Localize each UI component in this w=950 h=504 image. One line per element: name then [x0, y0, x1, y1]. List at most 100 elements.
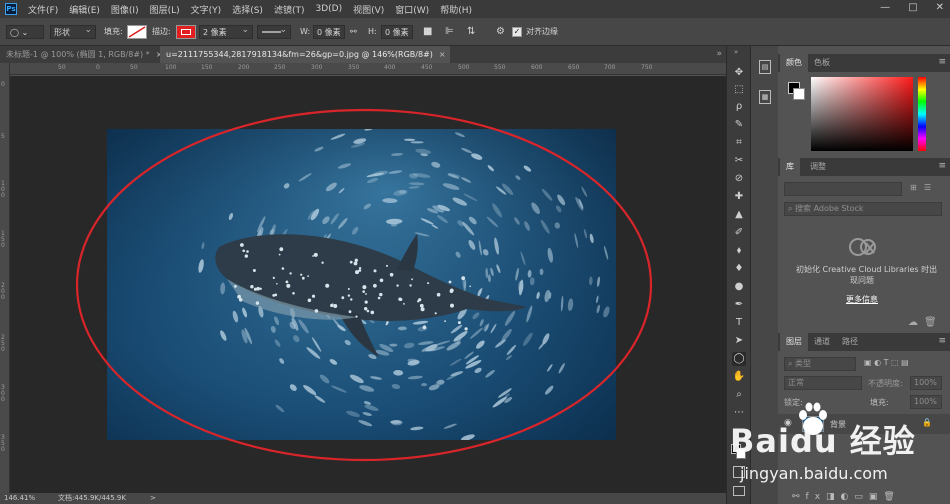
eyedropper-tool-icon[interactable]: ✂: [732, 154, 746, 168]
quick-select-tool-icon[interactable]: ✎: [732, 118, 746, 132]
stock-search-input[interactable]: ⌕ 搜索 Adobe Stock: [784, 202, 942, 216]
shape-mode-select[interactable]: 形状: [50, 23, 96, 39]
marquee-tool-icon[interactable]: ⬚: [732, 83, 746, 97]
stroke-line-icon: [262, 31, 281, 33]
stroke-type-select[interactable]: [257, 23, 291, 39]
height-field[interactable]: 0 像素: [381, 25, 413, 39]
tab-overflow-icon[interactable]: »: [716, 49, 722, 59]
ellipse-tool-icon[interactable]: ◯: [732, 352, 746, 366]
stroke-width-field[interactable]: 2 像素: [199, 23, 253, 39]
ruler-tick-label: 400: [384, 64, 396, 71]
color-background-swatch[interactable]: [793, 88, 805, 100]
panel-menu-icon[interactable]: ≡: [938, 57, 946, 67]
menu-window[interactable]: 窗口(W): [395, 3, 429, 16]
hue-slider[interactable]: [918, 77, 926, 151]
blur-tool-icon[interactable]: ●: [732, 280, 746, 294]
move-tool-icon[interactable]: ✥: [732, 66, 746, 80]
height-value: 0 像素: [385, 28, 409, 37]
menu-edit[interactable]: 编辑(E): [69, 3, 100, 16]
stamp-tool-icon[interactable]: ▲: [732, 208, 746, 222]
type-tool-icon[interactable]: T: [732, 316, 746, 330]
ruler-tick-label: 350: [348, 64, 360, 71]
ellipse-shape-layer[interactable]: [10, 76, 726, 493]
menu-bar: Ps 文件(F) 编辑(E) 图像(I) 图层(L) 文字(Y) 选择(S) 滤…: [0, 0, 950, 18]
watermark-brand: Baidu 经验: [730, 422, 916, 460]
grid-view-icon[interactable]: ⊞: [910, 183, 917, 192]
menu-type[interactable]: 文字(Y): [191, 3, 222, 16]
crop-tool-icon[interactable]: ⌗: [732, 136, 746, 150]
menu-help[interactable]: 帮助(H): [440, 3, 472, 16]
window-controls: — □ ✕: [880, 2, 944, 13]
eraser-tool-icon[interactable]: ⬧: [732, 244, 746, 258]
brush-tool-icon[interactable]: ✚: [732, 190, 746, 204]
library-select[interactable]: [784, 182, 902, 196]
tab-libraries[interactable]: 库: [780, 158, 800, 176]
menu-layer[interactable]: 图层(L): [150, 3, 180, 16]
menu-select[interactable]: 选择(S): [232, 3, 263, 16]
maximize-icon[interactable]: □: [908, 2, 917, 13]
opacity-field[interactable]: 100%: [910, 376, 942, 390]
list-view-icon[interactable]: ☰: [924, 183, 931, 192]
cc-sync-icon[interactable]: ☁: [908, 317, 918, 328]
gear-icon[interactable]: ⚙: [496, 25, 505, 39]
tab-channels[interactable]: 通道: [808, 333, 836, 351]
tab-layers[interactable]: 图层: [780, 333, 808, 351]
trash-icon[interactable]: 🗑: [924, 317, 937, 328]
tab-color[interactable]: 颜色: [780, 54, 808, 72]
color-picker-field[interactable]: [811, 77, 913, 151]
lasso-tool-icon[interactable]: ρ: [732, 100, 746, 114]
more-info-link[interactable]: 更多信息: [846, 294, 878, 305]
hand-tool-icon[interactable]: ✋: [732, 370, 746, 384]
history-panel-icon[interactable]: ▤: [759, 60, 771, 74]
close-icon[interactable]: ×: [439, 50, 446, 59]
ruler-tick-label: 300: [311, 64, 323, 71]
shape-mode-value: 形状: [54, 28, 70, 37]
canvas-area[interactable]: [10, 76, 726, 493]
zoom-level[interactable]: 146.41%: [4, 493, 35, 504]
tab-swatches[interactable]: 色板: [808, 54, 836, 72]
panel-menu-icon[interactable]: ≡: [938, 336, 946, 346]
tab-adjustments[interactable]: 调整: [804, 158, 832, 176]
tab-whale-image[interactable]: u=2111755344,2817918134&fm=26&gp=0.jpg @…: [160, 46, 450, 63]
menu-filter[interactable]: 滤镜(T): [274, 3, 305, 16]
path-operations-icon[interactable]: ■: [423, 25, 432, 39]
history-brush-tool-icon[interactable]: ✐: [732, 226, 746, 240]
align-edges-checkbox[interactable]: ✓: [512, 27, 522, 37]
path-alignment-icon[interactable]: ⊫: [445, 25, 454, 39]
status-bar: 146.41% 文档:445.9K/445.9K >: [0, 493, 726, 504]
baidu-jingyan-watermark: Baidu 经验 jingyan.baidu.com: [726, 398, 950, 504]
panel-menu-icon[interactable]: ≡: [938, 161, 946, 171]
tool-preset-picker[interactable]: ◯ ⌄: [6, 25, 44, 39]
menu-file[interactable]: 文件(F): [28, 3, 58, 16]
close-window-icon[interactable]: ✕: [936, 2, 944, 13]
properties-panel-icon[interactable]: ▦: [759, 90, 771, 104]
gradient-tool-icon[interactable]: ♦: [732, 262, 746, 276]
tab-untitled-label: 未标题-1 @ 100% (椭圆 1, RGB/8#) *: [6, 50, 150, 59]
opacity-label: 不透明度:: [868, 379, 903, 388]
ruler-tick-label: 3 0 0: [1, 384, 5, 403]
ruler-tick-label: 50: [58, 64, 66, 71]
blend-mode-select[interactable]: 正常: [784, 376, 862, 390]
minimize-icon[interactable]: —: [880, 2, 890, 13]
menu-view[interactable]: 视图(V): [353, 3, 384, 16]
menu-3d[interactable]: 3D(D): [315, 4, 342, 14]
status-menu-arrow[interactable]: >: [150, 493, 156, 504]
layer-kind-filter[interactable]: ⌕ 类型: [784, 357, 856, 371]
pen-tool-icon[interactable]: ✒: [732, 298, 746, 312]
link-icon[interactable]: ⚯: [350, 25, 357, 39]
collapse-icon[interactable]: »: [734, 48, 738, 56]
menu-image[interactable]: 图像(I): [111, 3, 139, 16]
layer-filter-icons[interactable]: ▣ ◐ T ⬚ ▤: [864, 358, 909, 367]
path-arrangement-icon[interactable]: ⇅: [467, 25, 475, 39]
fill-swatch[interactable]: [127, 25, 147, 39]
ruler-tick-label: 2 0 0: [1, 282, 5, 301]
tab-paths[interactable]: 路径: [836, 333, 864, 351]
healing-tool-icon[interactable]: ⊘: [732, 172, 746, 186]
ruler-tick-label: 650: [568, 64, 580, 71]
tab-untitled[interactable]: 未标题-1 @ 100% (椭圆 1, RGB/8#) *×: [0, 46, 162, 63]
stroke-swatch[interactable]: [176, 25, 196, 39]
options-bar: ◯ ⌄ 形状 填充: 描边: 2 像素 W: 0 像素 ⚯ H: 0 像素 ■ …: [0, 18, 950, 46]
ruler-tick-label: 200: [238, 64, 250, 71]
width-field[interactable]: 0 像素: [313, 25, 345, 39]
path-select-tool-icon[interactable]: ➤: [732, 334, 746, 348]
